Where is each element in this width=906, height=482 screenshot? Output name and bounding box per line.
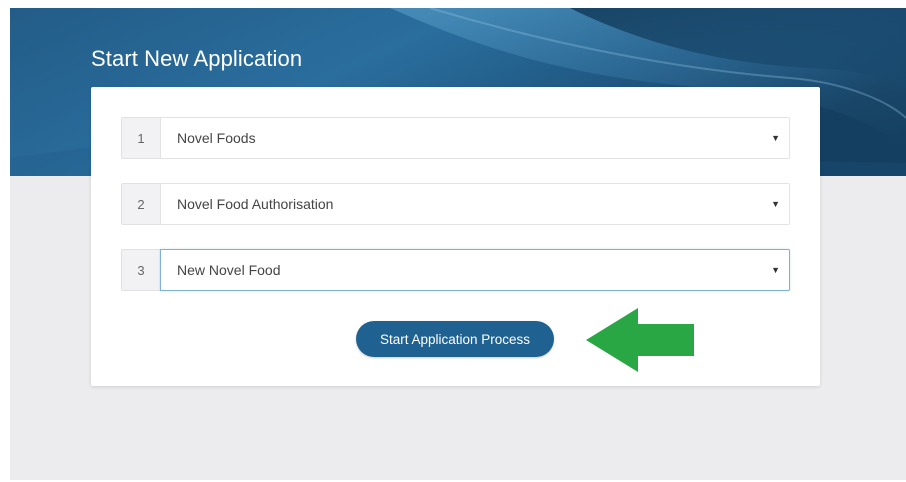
step-number: 3 <box>121 249 160 291</box>
application-form-card: 1 Novel Foods ▼ 2 Novel Food Authorisati… <box>91 87 820 386</box>
step-row-2: 2 Novel Food Authorisation ▼ <box>121 183 790 225</box>
select-value: New Novel Food <box>177 262 281 278</box>
caret-down-icon: ▼ <box>771 264 780 275</box>
caret-down-icon: ▼ <box>771 198 780 209</box>
start-application-button[interactable]: Start Application Process <box>356 321 554 357</box>
step-row-1: 1 Novel Foods ▼ <box>121 117 790 159</box>
category-select[interactable]: Novel Foods ▼ <box>160 117 790 159</box>
page-title: Start New Application <box>91 46 303 71</box>
application-type-select[interactable]: New Novel Food ▼ <box>160 249 790 291</box>
step-number: 1 <box>121 117 160 159</box>
procedure-select[interactable]: Novel Food Authorisation ▼ <box>160 183 790 225</box>
left-arrow-icon <box>586 308 694 372</box>
step-number: 2 <box>121 183 160 225</box>
app-frame: Start New Application 1 Novel Foods ▼ 2 … <box>10 8 906 480</box>
caret-down-icon: ▼ <box>771 132 780 143</box>
select-value: Novel Food Authorisation <box>177 196 334 212</box>
select-value: Novel Foods <box>177 130 256 146</box>
step-row-3: 3 New Novel Food ▼ <box>121 249 790 291</box>
